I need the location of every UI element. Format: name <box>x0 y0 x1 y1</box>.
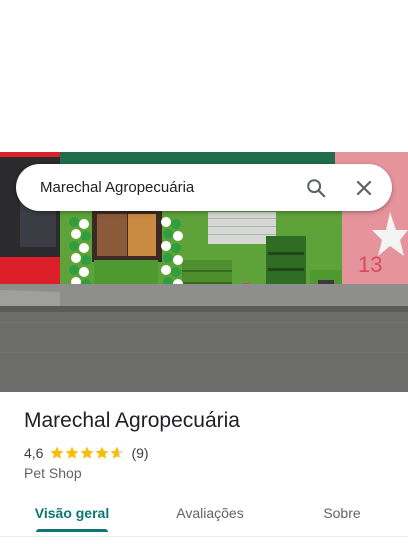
search-button[interactable] <box>292 164 340 211</box>
star-icon <box>66 446 79 459</box>
tab-divider <box>0 536 408 537</box>
tab-label: Avaliações <box>176 505 244 521</box>
rating-stars <box>50 446 125 460</box>
search-bar[interactable]: Marechal Agropecuária <box>16 164 392 211</box>
clear-search-button[interactable] <box>340 164 388 211</box>
active-tab-indicator <box>36 529 108 532</box>
search-query[interactable]: Marechal Agropecuária <box>16 179 292 196</box>
tab-label: Sobre <box>323 505 361 521</box>
place-name: Marechal Agropecuária <box>24 409 240 432</box>
star-icon <box>111 446 124 459</box>
close-icon <box>356 180 372 195</box>
tab-label: Visão geral <box>34 505 110 521</box>
shop-sign-number: 13 <box>358 252 382 277</box>
search-icon <box>307 178 326 197</box>
star-icon <box>81 446 94 459</box>
rating-value: 4,6 <box>24 445 44 461</box>
rating-row[interactable]: 4,6 (9) <box>24 444 149 462</box>
place-category[interactable]: Pet Shop <box>24 465 82 481</box>
review-count[interactable]: (9) <box>131 445 148 461</box>
star-icon <box>51 446 64 459</box>
star-icon <box>96 446 109 459</box>
